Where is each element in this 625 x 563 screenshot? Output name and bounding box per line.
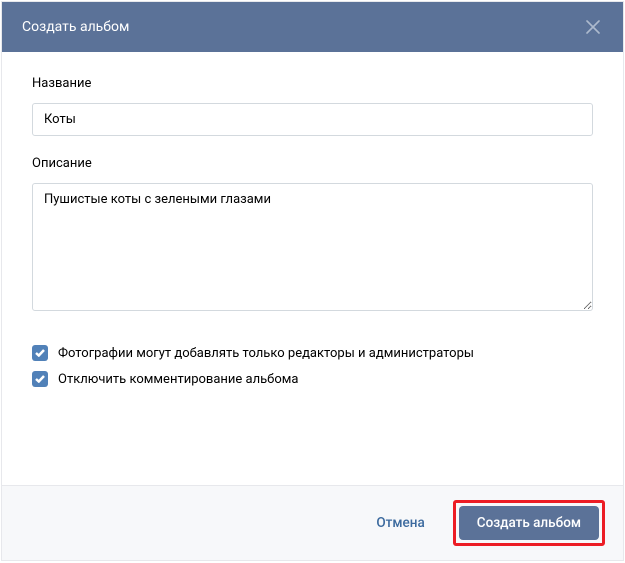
- name-label: Название: [32, 76, 593, 91]
- checkbox-box: [32, 345, 48, 361]
- close-icon: [586, 20, 600, 34]
- checkbox-box: [32, 371, 48, 387]
- checkbox-disable-comments[interactable]: Отключить комментирование альбома: [32, 371, 593, 387]
- submit-highlight: Создать альбом: [453, 500, 605, 546]
- close-button[interactable]: [583, 17, 603, 37]
- checkbox-label: Отключить комментирование альбома: [58, 372, 299, 387]
- modal-footer: Отмена Создать альбом: [2, 485, 623, 560]
- modal-title: Создать альбом: [22, 19, 129, 35]
- name-group: Название: [32, 76, 593, 136]
- create-album-button[interactable]: Создать альбом: [459, 506, 599, 540]
- description-label: Описание: [32, 156, 593, 171]
- checkbox-label: Фотографии могут добавлять только редакт…: [58, 346, 474, 361]
- description-group: Описание: [32, 156, 593, 315]
- checkmark-icon: [35, 349, 45, 357]
- modal-body: Название Описание Фотографии могут добав…: [2, 52, 623, 485]
- checkmark-icon: [35, 375, 45, 383]
- create-album-modal: Создать альбом Название Описание Фотогра…: [1, 1, 624, 561]
- cancel-button[interactable]: Отмена: [362, 507, 438, 539]
- name-input[interactable]: [32, 103, 593, 136]
- description-textarea[interactable]: [32, 183, 593, 311]
- modal-header: Создать альбом: [2, 2, 623, 52]
- checkbox-editors-only[interactable]: Фотографии могут добавлять только редакт…: [32, 345, 593, 361]
- checkboxes-section: Фотографии могут добавлять только редакт…: [32, 345, 593, 387]
